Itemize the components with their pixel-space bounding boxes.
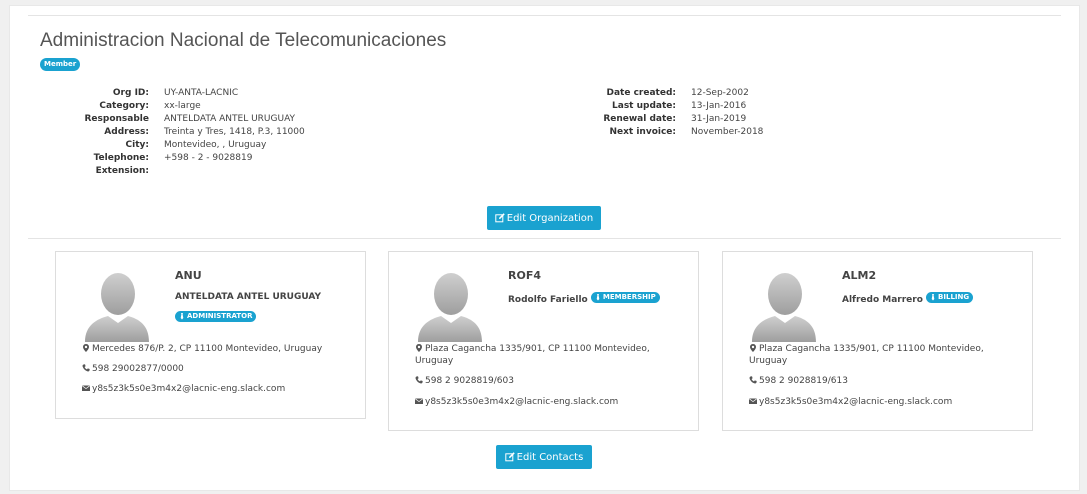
contact-name-row: Alfredo Marrero BILLING bbox=[842, 292, 974, 305]
field-label: Org ID: bbox=[112, 88, 149, 98]
contact-name: Rodolfo Fariello bbox=[508, 295, 588, 305]
field-responsable: Responsable ANTELDATA ANTEL URUGUAY bbox=[40, 113, 305, 126]
contact-address: Plaza Cagancha 1335/901, CP 11100 Montev… bbox=[749, 343, 1019, 367]
contact-handle[interactable]: ROF4 bbox=[508, 269, 541, 282]
role-label: ADMINISTRATOR bbox=[187, 312, 253, 320]
field-label: Extension: bbox=[95, 166, 149, 176]
field-label: Renewal date: bbox=[603, 114, 676, 124]
field-extension: Extension: bbox=[40, 165, 305, 178]
address-text: Plaza Cagancha 1335/901, CP 11100 Montev… bbox=[749, 344, 984, 366]
phone-icon bbox=[749, 376, 757, 384]
map-marker-icon bbox=[416, 344, 422, 352]
role-badge: ADMINISTRATOR bbox=[175, 311, 257, 322]
address-text: Plaza Cagancha 1335/901, CP 11100 Montev… bbox=[415, 344, 650, 366]
contact-card: ROF4 Rodolfo Fariello MEMBERSHIP Plaza C… bbox=[388, 251, 699, 431]
role-label: BILLING bbox=[938, 293, 970, 301]
edit-contacts-label: Edit Contacts bbox=[516, 451, 584, 463]
edit-icon bbox=[504, 452, 515, 462]
contact-phone: 598 2 9028819/603 bbox=[415, 375, 685, 387]
contact-card: ANU ANTELDATA ANTEL URUGUAY ADMINISTRATO… bbox=[55, 251, 366, 419]
field-org-id: Org ID: UY-ANTA-LACNIC bbox=[40, 87, 305, 100]
field-value: +598 - 2 - 9028819 bbox=[164, 153, 253, 163]
contact-email: y8s5z3k5s0e3m4x2@lacnic-eng.slack.com bbox=[82, 383, 352, 395]
field-value: ANTELDATA ANTEL URUGUAY bbox=[164, 114, 296, 124]
phone-text: 598 2 9028819/603 bbox=[425, 376, 514, 386]
email-link[interactable]: y8s5z3k5s0e3m4x2@lacnic-eng.slack.com bbox=[759, 397, 952, 407]
phone-text: 598 2 9028819/613 bbox=[759, 376, 848, 386]
field-renewal-date: Renewal date: 31-Jan-2019 bbox=[550, 113, 763, 126]
edit-organization-button[interactable]: Edit Organization bbox=[487, 206, 601, 230]
user-tie-icon bbox=[180, 313, 184, 320]
field-value: UY-ANTA-LACNIC bbox=[164, 88, 239, 98]
contact-phone: 598 29002877/0000 bbox=[82, 363, 352, 375]
address-text: Mercedes 876/P. 2, CP 11100 Montevideo, … bbox=[92, 344, 323, 354]
field-label: Category: bbox=[99, 101, 149, 111]
contact-address: Plaza Cagancha 1335/901, CP 11100 Montev… bbox=[415, 343, 685, 367]
default-avatar bbox=[414, 267, 484, 342]
contact-name: ANTELDATA ANTEL URUGUAY bbox=[175, 292, 322, 302]
field-label: Responsable bbox=[84, 114, 150, 124]
divider bbox=[28, 15, 1061, 16]
phone-icon bbox=[415, 376, 423, 384]
map-marker-icon bbox=[83, 344, 89, 352]
field-telephone: Telephone: +598 - 2 - 9028819 bbox=[40, 152, 305, 165]
field-value: 12-Sep-2002 bbox=[691, 88, 749, 98]
field-last-update: Last update: 13-Jan-2016 bbox=[550, 100, 763, 113]
edit-contacts-button[interactable]: Edit Contacts bbox=[496, 445, 592, 469]
org-details-right: Date created: 12-Sep-2002 Last update: 13-… bbox=[550, 87, 763, 139]
field-label: Next invoice: bbox=[609, 127, 676, 137]
role-label: MEMBERSHIP bbox=[602, 293, 656, 301]
field-value: xx-large bbox=[164, 101, 201, 111]
contact-handle[interactable]: ANU bbox=[175, 269, 202, 282]
field-category: Category: xx-large bbox=[40, 100, 305, 113]
contact-address: Mercedes 876/P. 2, CP 11100 Montevideo, … bbox=[82, 343, 352, 355]
phone-text: 598 29002877/0000 bbox=[92, 364, 184, 374]
divider bbox=[28, 238, 1061, 239]
field-next-invoice: Next invoice: November-2018 bbox=[550, 126, 763, 139]
contact-email: y8s5z3k5s0e3m4x2@lacnic-eng.slack.com bbox=[749, 396, 1019, 408]
field-value: November-2018 bbox=[691, 127, 764, 137]
user-tie-icon bbox=[596, 294, 600, 301]
contact-name: Alfredo Marrero bbox=[842, 295, 923, 305]
field-value: 13-Jan-2016 bbox=[691, 101, 747, 111]
field-label: Address: bbox=[104, 127, 149, 137]
contact-handle[interactable]: ALM2 bbox=[842, 269, 876, 282]
field-date-created: Date created: 12-Sep-2002 bbox=[550, 87, 763, 100]
envelope-icon bbox=[415, 398, 423, 404]
org-title: Administracion Nacional de Telecomunicac… bbox=[40, 30, 447, 51]
field-value: 31-Jan-2019 bbox=[691, 114, 747, 124]
envelope-icon bbox=[749, 398, 757, 404]
member-badge: Member bbox=[40, 58, 81, 71]
edit-icon bbox=[495, 213, 505, 223]
field-value: Treinta y Tres, 1418, P.3, 11000 bbox=[164, 127, 305, 137]
map-marker-icon bbox=[750, 344, 756, 352]
field-label: Telephone: bbox=[93, 153, 149, 163]
role-badge: MEMBERSHIP bbox=[590, 292, 660, 303]
contact-card: ALM2 Alfredo Marrero BILLING Plaza Cagan… bbox=[722, 251, 1033, 431]
user-tie-icon bbox=[931, 294, 935, 301]
organization-panel: Administracion Nacional de Telecomunicac… bbox=[9, 5, 1080, 491]
phone-icon bbox=[82, 364, 90, 372]
field-address: Address: Treinta y Tres, 1418, P.3, 11000 bbox=[40, 126, 305, 139]
field-label: City: bbox=[125, 140, 149, 150]
field-label: Last update: bbox=[612, 101, 676, 111]
contact-email: y8s5z3k5s0e3m4x2@lacnic-eng.slack.com bbox=[415, 396, 685, 408]
field-city: City: Montevideo, , Uruguay bbox=[40, 139, 305, 152]
org-details-left: Org ID: UY-ANTA-LACNIC Category: xx-large … bbox=[40, 87, 305, 178]
default-avatar bbox=[81, 267, 151, 342]
contact-name-row: Rodolfo Fariello MEMBERSHIP bbox=[508, 292, 660, 305]
field-value: Montevideo, , Uruguay bbox=[164, 140, 267, 150]
email-link[interactable]: y8s5z3k5s0e3m4x2@lacnic-eng.slack.com bbox=[425, 397, 618, 407]
edit-organization-label: Edit Organization bbox=[506, 212, 594, 224]
email-link[interactable]: y8s5z3k5s0e3m4x2@lacnic-eng.slack.com bbox=[92, 384, 285, 394]
envelope-icon bbox=[82, 385, 90, 391]
field-label: Date created: bbox=[606, 88, 676, 98]
contact-phone: 598 2 9028819/613 bbox=[749, 375, 1019, 387]
role-badge: BILLING bbox=[926, 292, 974, 303]
default-avatar bbox=[748, 267, 818, 342]
